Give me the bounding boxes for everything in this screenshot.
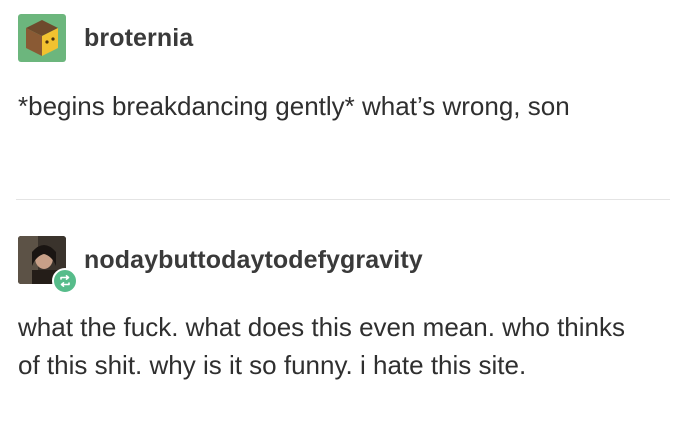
post-text: what the fuck. what does this even mean.…	[18, 312, 626, 380]
username[interactable]: nodaybuttodaytodefygravity	[84, 246, 423, 275]
cube-icon	[26, 20, 58, 56]
reblog-badge	[52, 268, 78, 294]
reblog-icon	[60, 275, 70, 287]
post-text: *begins breakdancing gently* what’s wron…	[18, 91, 570, 121]
post-header: nodaybuttodaytodefygravity	[18, 236, 423, 294]
post-broternia: broternia *begins breakdancing gently* w…	[0, 0, 678, 200]
post-divider	[16, 199, 670, 200]
username[interactable]: broternia	[84, 24, 193, 53]
post-header: broternia	[18, 14, 193, 62]
avatar[interactable]	[18, 236, 78, 294]
post-nodaybuttodaytodefygravity: nodaybuttodaytodefygravity what the fuck…	[0, 201, 678, 436]
avatar[interactable]	[18, 14, 66, 62]
